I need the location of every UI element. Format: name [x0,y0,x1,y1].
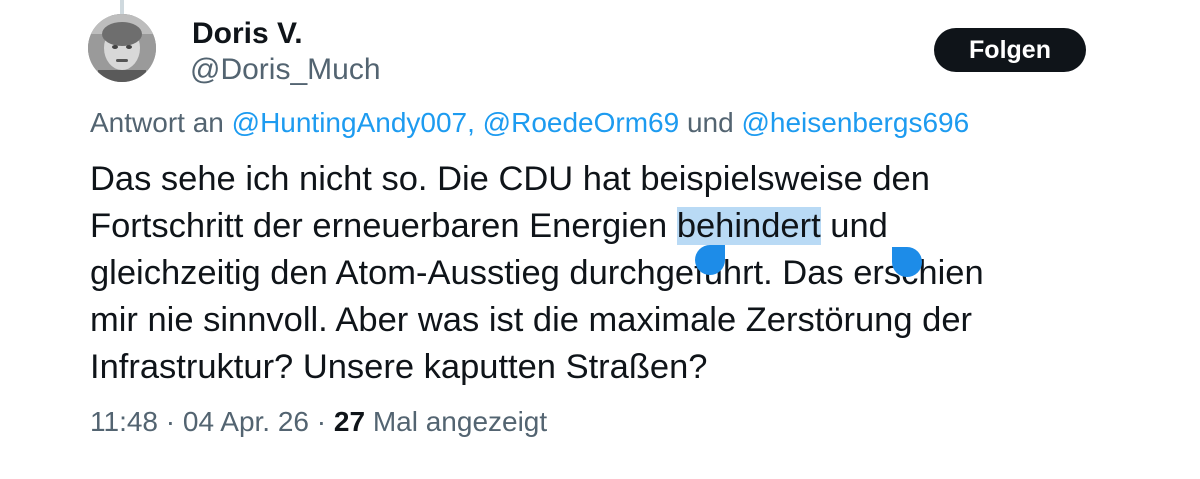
tweet-time[interactable]: 11:48 [90,406,158,437]
mention-link[interactable]: @HuntingAndy007, [232,107,475,138]
tweet-text-line: gleichzeitig den Atom-Ausstieg durchgefü… [90,254,984,292]
avatar[interactable] [88,14,156,82]
tweet-text-line: mir nie sinnvoll. Aber was ist die maxim… [90,301,973,339]
selection-end-handle[interactable] [892,247,922,277]
tweet-text-segment: Fortschritt der erneuerbaren Energien [90,207,677,245]
reply-joiner: und [686,107,734,138]
meta-separator: · [165,406,176,437]
reply-context: Antwort an @HuntingAndy007, @RoedeOrm69 … [90,106,969,140]
tweet-date[interactable]: 04 Apr. 26 [183,406,309,437]
tweet-text-segment: und [820,207,888,245]
view-count: 27 [333,406,366,437]
mention-link[interactable]: @RoedeOrm69 [483,107,680,138]
follow-button[interactable]: Folgen [934,28,1086,72]
tweet-text-line: Das sehe ich nicht so. Die CDU hat beisp… [90,160,930,198]
tweet-text[interactable]: Das sehe ich nicht so. Die CDU hat beisp… [90,156,1090,391]
reply-prefix: Antwort an [90,107,224,138]
avatar-photo-icon [88,14,156,82]
tweet-text-line: Infrastruktur? Unsere kaputten Straßen? [90,348,708,386]
author-display-name[interactable]: Doris V. [192,16,303,52]
selected-text[interactable]: behindert [676,207,821,245]
tweet-text-line: Fortschritt der erneuerbaren Energien be… [90,203,1090,250]
view-label: Mal angezeigt [372,406,548,437]
meta-separator: · [316,406,327,437]
selection-start-handle[interactable] [695,245,725,275]
mention-link[interactable]: @heisenbergs696 [741,107,969,138]
tweet-meta: 11:48 · 04 Apr. 26 · 27 Mal angezeigt [90,404,547,440]
author-handle[interactable]: @Doris_Much [190,52,381,88]
